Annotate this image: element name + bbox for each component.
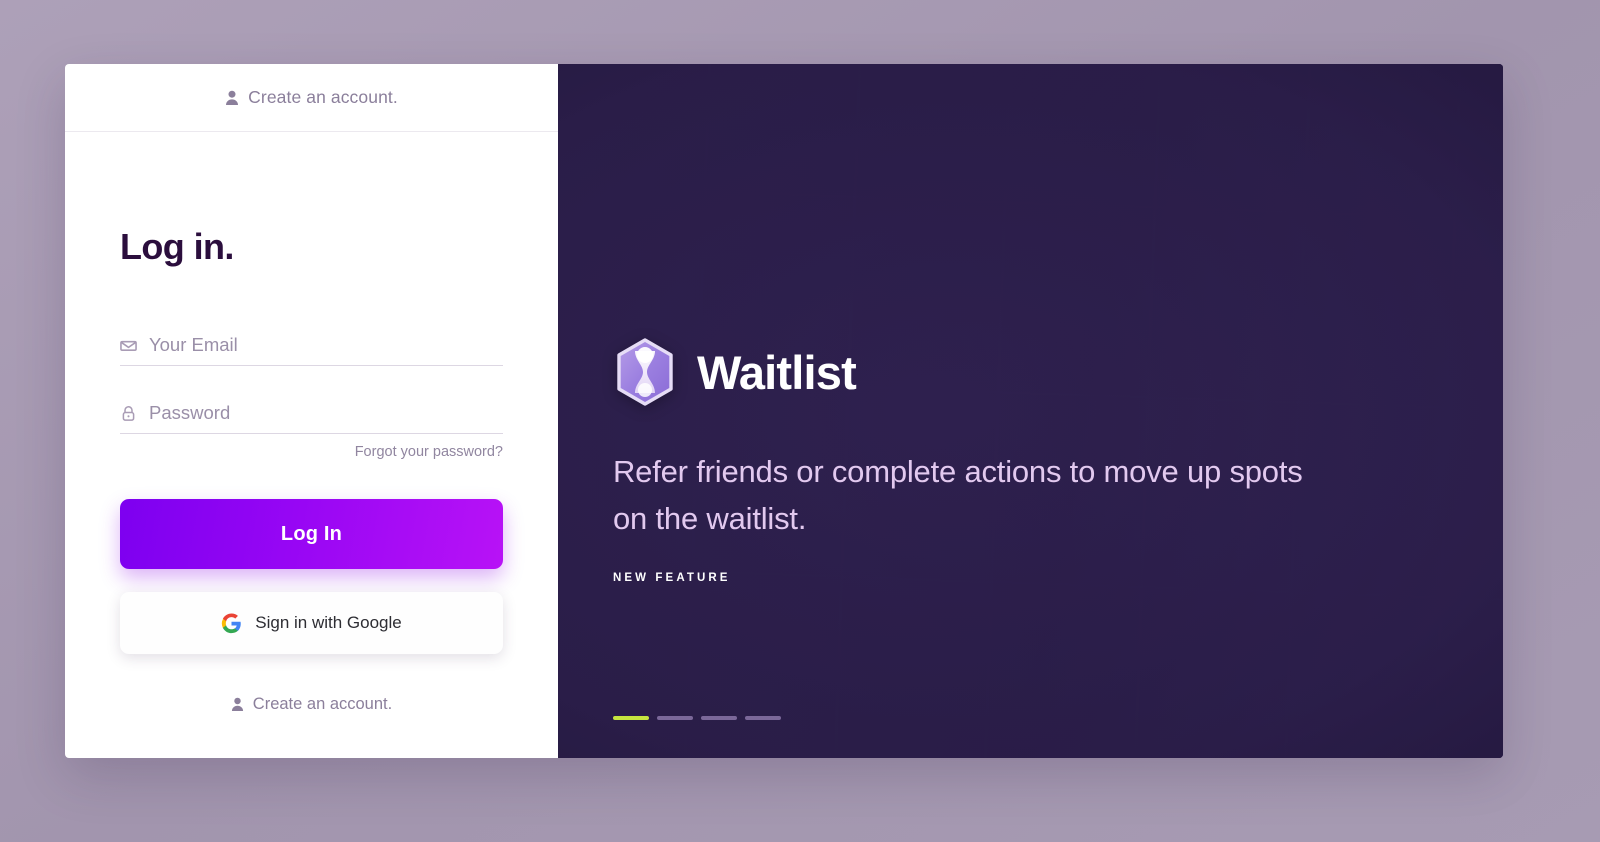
panel-header: Create an account. [65,64,558,132]
forgot-password-link[interactable]: Forgot your password? [120,444,503,460]
brand-name: Waitlist [697,345,857,399]
carousel-dot-4[interactable] [745,716,781,720]
brand-lockup: Waitlist [613,338,1503,406]
person-icon [226,90,239,105]
password-field-group: Forgot your password? [120,402,503,460]
envelope-icon [120,340,137,351]
promo-content: Waitlist Refer friends or complete actio… [613,64,1503,758]
new-feature-badge: NEW FEATURE [613,572,731,585]
waitlist-hexagon-hourglass-icon [617,338,673,406]
create-account-label-top: Create an account. [248,87,398,107]
lock-icon [122,405,135,421]
auth-card: Create an account. Log in. Your Email Fo… [65,64,1503,758]
page-background: Create an account. Log in. Your Email Fo… [0,0,1600,842]
email-input[interactable] [149,334,503,356]
password-input[interactable] [149,402,503,424]
carousel-indicators [613,716,781,720]
carousel-dot-3[interactable] [701,716,737,720]
create-account-link-top[interactable]: Create an account. [225,87,398,108]
login-button[interactable]: Log In [120,499,503,569]
create-account-label-bottom: Create an account. [252,695,393,713]
login-panel: Create an account. Log in. Your Email Fo… [65,64,558,758]
login-form-area: Log in. Your Email Forgot your password?… [65,132,558,758]
google-g-icon [222,612,241,633]
google-signin-label: Sign in with Google [255,613,402,632]
page-title: Log in. [120,226,234,267]
carousel-dot-2[interactable] [657,716,693,720]
email-field-group [120,334,503,366]
promo-tagline: Refer friends or complete actions to mov… [613,454,1303,537]
password-field-row [120,402,503,434]
email-field-row [120,334,503,366]
person-icon [231,697,243,711]
create-account-link-bottom[interactable]: Create an account. [120,695,503,714]
promo-panel: Waitlist Refer friends or complete actio… [558,64,1503,758]
google-signin-button[interactable]: Sign in with Google [120,592,503,654]
carousel-dot-1[interactable] [613,716,649,720]
